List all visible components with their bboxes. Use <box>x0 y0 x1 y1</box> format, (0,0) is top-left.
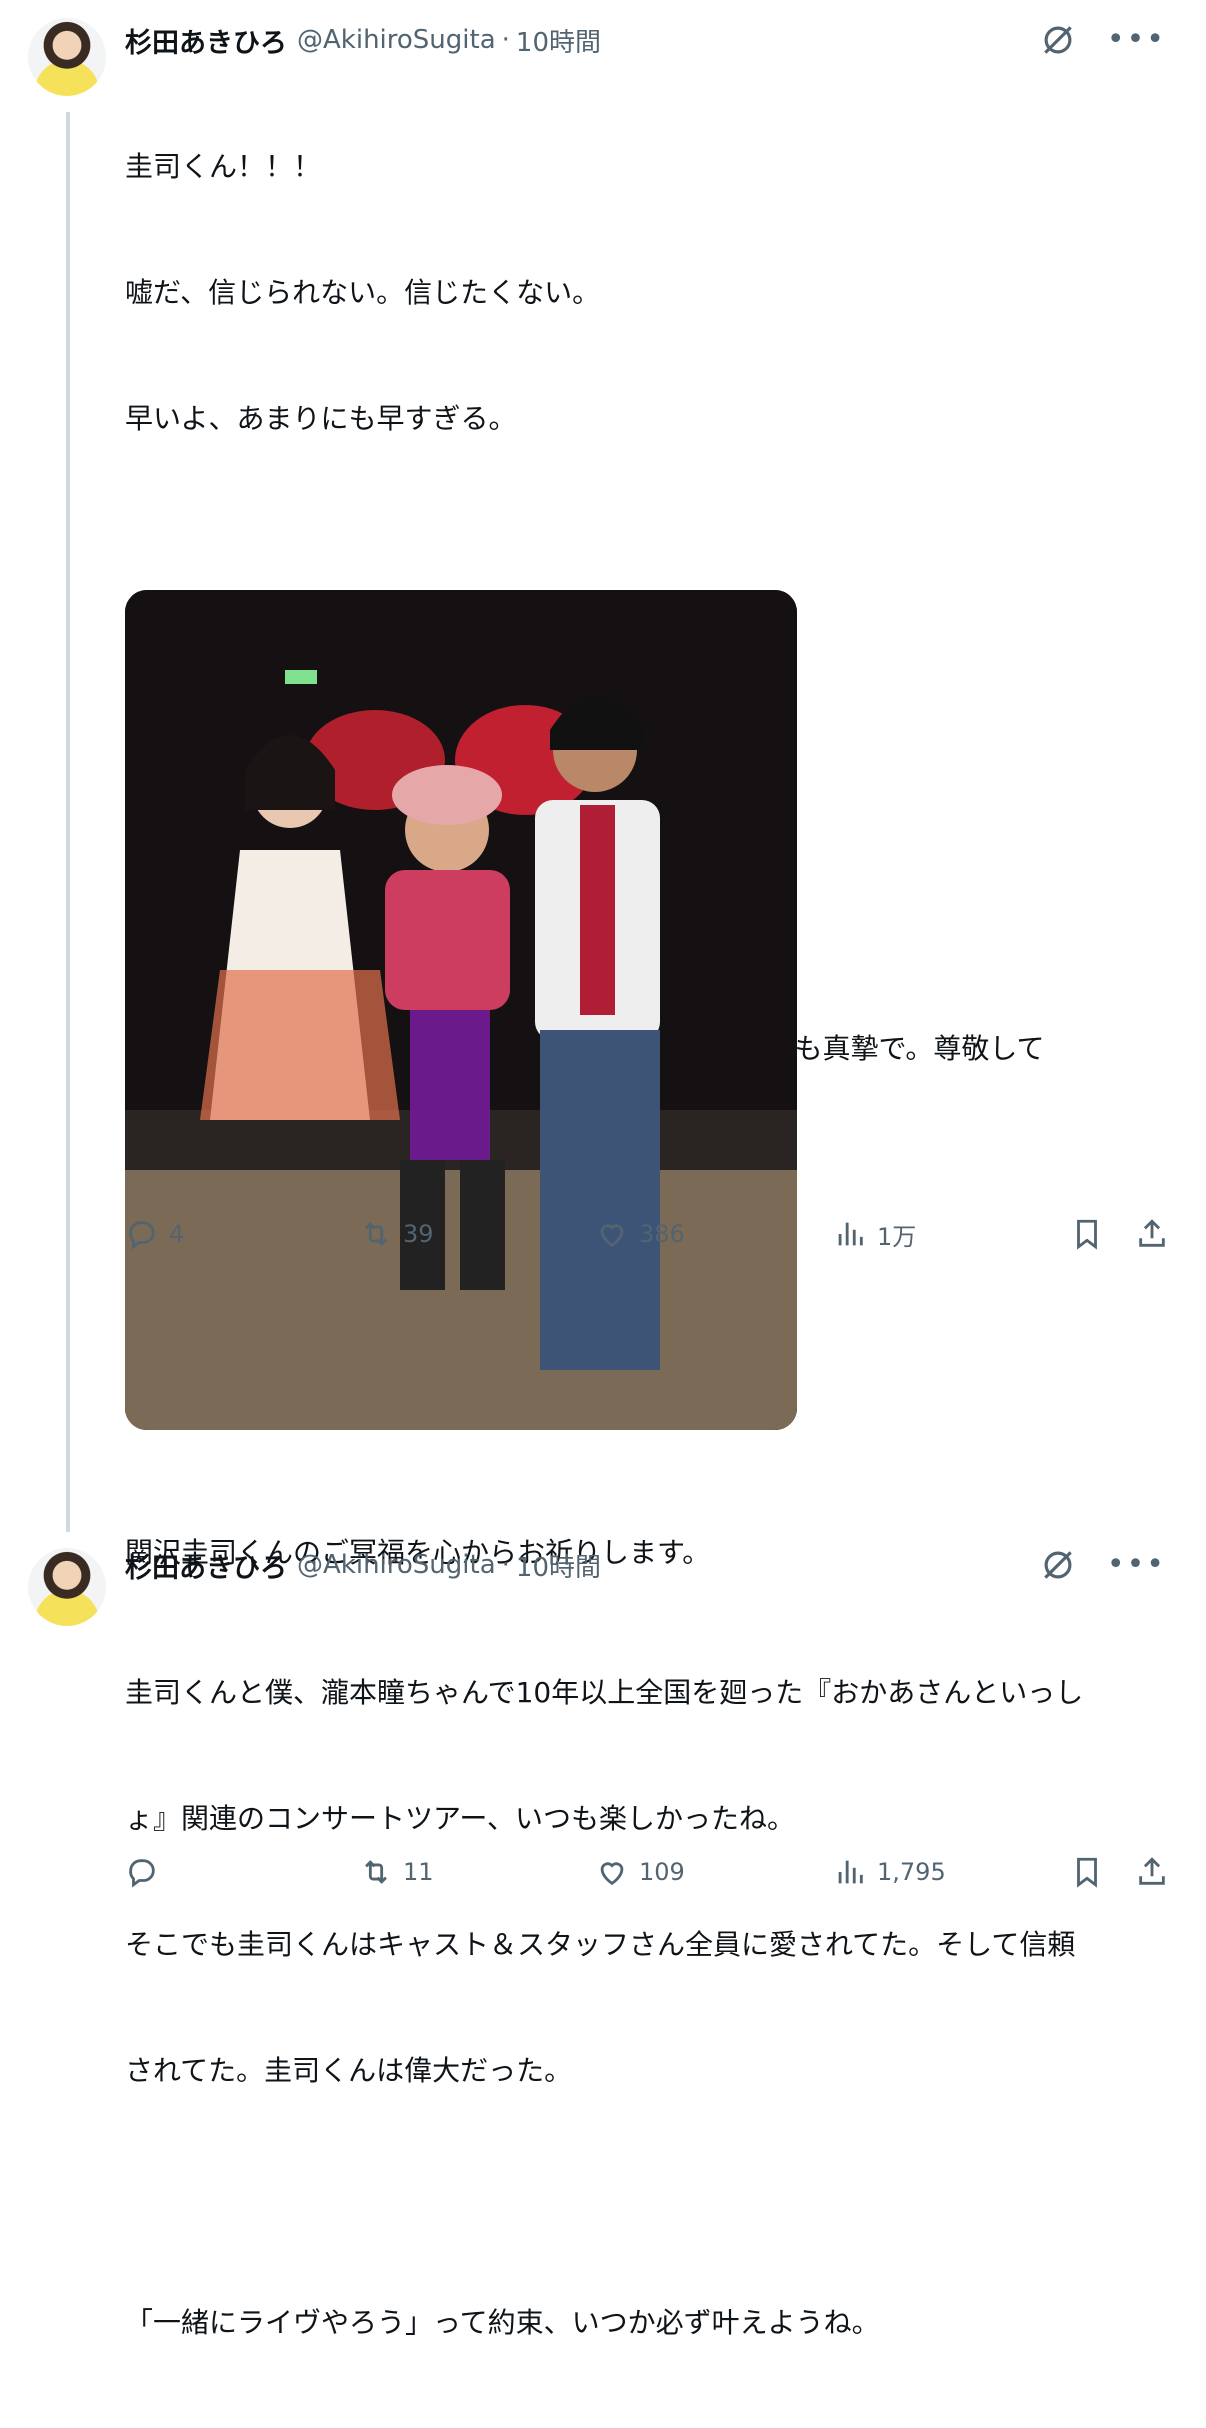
heart-icon <box>600 1224 624 1248</box>
text-line: されてた。圭司くんは偉大だった。 <box>125 2054 573 2087</box>
tweet-actions: 11 109 1,795 <box>125 1848 1178 1896</box>
retweet-count: 11 <box>403 1858 434 1886</box>
author-name[interactable]: 杉田あきひろ <box>125 21 287 60</box>
reply-icon <box>129 1859 155 1888</box>
views-button[interactable]: 1,795 <box>833 1848 946 1896</box>
thread-connector <box>66 112 70 1532</box>
author-handle[interactable]: @AkihiroSugita <box>297 25 496 55</box>
reply-button[interactable]: 4 <box>125 1210 184 1258</box>
share-button[interactable] <box>1135 1210 1169 1258</box>
photo-illustration <box>125 590 797 1430</box>
tweet-photo[interactable] <box>125 590 797 1430</box>
text-line <box>125 2176 1146 2218</box>
bookmark-button[interactable] <box>1070 1848 1104 1896</box>
like-count: 109 <box>639 1858 685 1886</box>
timestamp[interactable]: 10時間 <box>516 1547 601 1584</box>
author-name[interactable]: 杉田あきひろ <box>125 1546 287 1585</box>
retweet-button[interactable]: 39 <box>359 1210 434 1258</box>
text-line: 「一緒にライヴやろう」って約束、いつか必ず叶えようね。 <box>125 2306 880 2339</box>
retweet-count: 39 <box>403 1220 434 1248</box>
slashed-circle-icon[interactable] <box>1039 1546 1077 1584</box>
separator-dot: · <box>501 1550 510 1580</box>
slashed-circle-icon[interactable] <box>1039 21 1077 59</box>
tweet-header: 杉田あきひろ @AkihiroSugita · 10時間 ••• <box>125 1545 1166 1585</box>
reply-count: 4 <box>169 1220 185 1248</box>
tweet-text: 圭司くんと僕、瀧本瞳ちゃんで10年以上全国を廻った『おかあさんといっし ょ』関連… <box>125 1588 1146 2428</box>
tweet-header: 杉田あきひろ @AkihiroSugita · 10時間 ••• <box>125 20 1166 60</box>
timestamp[interactable]: 10時間 <box>516 22 601 59</box>
text-line: ょ』関連のコンサートツアー、いつも楽しかったね。 <box>125 1802 796 1835</box>
heart-icon <box>600 1862 624 1886</box>
view-count: 1万 <box>877 1222 917 1251</box>
avatar[interactable] <box>28 18 106 96</box>
reply-icon <box>129 1221 155 1250</box>
views-icon <box>838 1860 863 1884</box>
share-icon <box>1139 1219 1165 1247</box>
text-line: そこでも圭司くんはキャスト＆スタッフさん全員に愛されてた。そして信頼 <box>125 1928 1076 1961</box>
retweet-icon <box>365 1860 387 1884</box>
view-count: 1,795 <box>877 1858 946 1886</box>
like-button[interactable]: 386 <box>595 1210 685 1258</box>
separator-dot: · <box>501 25 510 55</box>
views-button[interactable]: 1万 <box>833 1210 916 1258</box>
reply-button[interactable] <box>125 1848 169 1896</box>
retweet-button[interactable]: 11 <box>359 1848 434 1896</box>
text-line: 早いよ、あまりにも早すぎる。 <box>125 402 517 435</box>
share-icon <box>1139 1857 1165 1885</box>
more-icon[interactable]: ••• <box>1107 1550 1166 1580</box>
like-count: 386 <box>639 1220 685 1248</box>
text-line: 嘘だ、信じられない。信じたくない。 <box>125 276 601 309</box>
author-handle[interactable]: @AkihiroSugita <box>297 1550 496 1580</box>
text-line: 圭司くん！！！ <box>125 150 322 183</box>
bookmark-button[interactable] <box>1070 1210 1104 1258</box>
bookmark-icon <box>1077 1219 1097 1250</box>
avatar[interactable] <box>28 1548 106 1626</box>
views-icon <box>838 1222 863 1246</box>
text-line <box>125 524 1146 566</box>
header-icons: ••• <box>1039 20 1166 60</box>
share-button[interactable] <box>1135 1848 1169 1896</box>
bookmark-icon <box>1077 1857 1097 1888</box>
text-line: 圭司くんと僕、瀧本瞳ちゃんで10年以上全国を廻った『おかあさんといっし <box>125 1676 1084 1709</box>
retweet-icon <box>365 1222 387 1246</box>
like-button[interactable]: 109 <box>595 1848 685 1896</box>
more-icon[interactable]: ••• <box>1107 25 1166 55</box>
tweet-actions: 4 39 386 1万 <box>125 1210 1178 1258</box>
header-icons: ••• <box>1039 1545 1166 1585</box>
